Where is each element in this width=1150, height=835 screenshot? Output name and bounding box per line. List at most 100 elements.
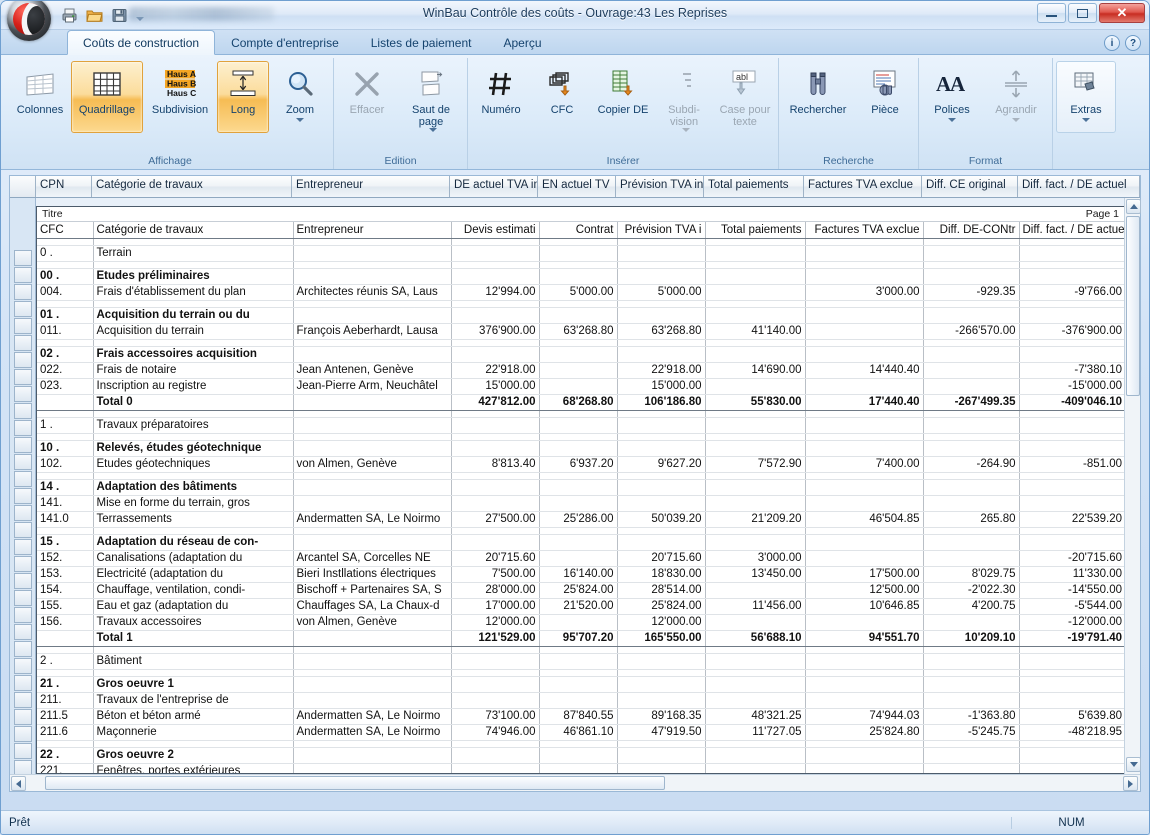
table-cell[interactable]: -20'715.60 <box>1019 550 1125 567</box>
row-selector[interactable] <box>14 386 32 402</box>
table-cell[interactable] <box>539 245 618 262</box>
table-cell[interactable] <box>1019 245 1125 262</box>
table-cell[interactable]: 22'918.00 <box>451 362 540 379</box>
table-cell[interactable] <box>1019 268 1125 285</box>
table-cell[interactable] <box>923 550 1020 567</box>
table-cell[interactable] <box>451 417 540 434</box>
table-cell[interactable]: -409'046.10 <box>1019 394 1125 411</box>
row-selector[interactable] <box>14 454 32 470</box>
table-cell[interactable]: Fenêtres, portes extérieures <box>93 763 294 773</box>
table-cell[interactable]: Béton et béton armé <box>93 708 294 725</box>
table-cell[interactable]: 9'627.20 <box>617 456 706 473</box>
table-cell[interactable]: 87'840.55 <box>539 708 618 725</box>
table-cell[interactable]: Frais accessoires acquisition <box>93 346 294 363</box>
table-cell[interactable]: 55'830.00 <box>705 394 806 411</box>
table-cell[interactable]: -48'218.95 <box>1019 724 1125 741</box>
table-cell[interactable]: Canalisations (adaptation du <box>93 550 294 567</box>
table-cell[interactable]: -1'363.80 <box>923 708 1020 725</box>
colheader-diff-fact[interactable]: Diff. fact. / DE actuel <box>1018 176 1140 197</box>
table-cell[interactable] <box>451 268 540 285</box>
chevron-down-icon[interactable] <box>428 128 437 132</box>
table-cell[interactable]: -9'766.00 <box>1019 284 1125 301</box>
table-cell[interactable]: 154. <box>37 582 94 599</box>
table-cell[interactable] <box>617 268 706 285</box>
table-cell[interactable]: 48'321.25 <box>705 708 806 725</box>
table-cell[interactable] <box>1019 417 1125 434</box>
chevron-down-icon[interactable] <box>681 128 690 132</box>
table-cell[interactable] <box>539 378 618 395</box>
print-icon[interactable] <box>58 4 80 26</box>
table-cell[interactable] <box>705 346 806 363</box>
table-cell[interactable] <box>293 747 452 764</box>
row-selector[interactable] <box>14 709 32 725</box>
table-cell[interactable]: Travaux de l'entreprise de <box>93 692 294 709</box>
table-cell[interactable] <box>293 268 452 285</box>
table-cell[interactable]: 11'330.00 <box>1019 566 1125 583</box>
table-cell[interactable] <box>923 676 1020 693</box>
table-cell[interactable]: Frais d'établissement du plan <box>93 284 294 301</box>
table-cell[interactable]: Andermatten SA, Le Noirmo <box>293 724 452 741</box>
table-cell[interactable]: 14'690.00 <box>705 362 806 379</box>
table-cell[interactable] <box>293 495 452 512</box>
table-cell[interactable] <box>923 268 1020 285</box>
table-row[interactable]: 155. Eau et gaz (adaptation du Chauffages … <box>37 598 1125 615</box>
table-row[interactable]: 102. Etudes géotechniques von Almen, Genèv… <box>37 456 1125 473</box>
table-cell[interactable] <box>539 534 618 551</box>
table-cell[interactable]: 20'715.60 <box>617 550 706 567</box>
table-cell[interactable]: 15'000.00 <box>617 378 706 395</box>
table-cell[interactable]: -376'900.00 <box>1019 323 1125 340</box>
vertical-scroll-thumb[interactable] <box>1126 216 1140 396</box>
table-cell[interactable]: Inscription au registre <box>93 378 294 395</box>
table-cell[interactable]: Andermatten SA, Le Noirmo <box>293 708 452 725</box>
table-cell[interactable]: 5'000.00 <box>617 284 706 301</box>
table-cell[interactable]: 022. <box>37 362 94 379</box>
saut-de-page-button[interactable]: Saut de page <box>398 61 464 135</box>
agrandir-button[interactable]: Agrandir <box>983 61 1049 133</box>
table-cell[interactable] <box>805 692 924 709</box>
table-cell[interactable] <box>705 534 806 551</box>
table-cell[interactable] <box>451 763 540 773</box>
table-cell[interactable]: 156. <box>37 614 94 631</box>
table-cell[interactable]: 22'918.00 <box>617 362 706 379</box>
table-cell[interactable] <box>539 614 618 631</box>
table-cell[interactable] <box>923 747 1020 764</box>
effacer-button[interactable]: Effacer <box>337 61 397 133</box>
resize-grip[interactable] <box>1131 811 1149 834</box>
table-cell[interactable] <box>37 394 94 411</box>
table-cell[interactable]: 50'039.20 <box>617 511 706 528</box>
table-cell[interactable]: -5'245.75 <box>923 724 1020 741</box>
table-cell[interactable]: 89'168.35 <box>617 708 706 725</box>
table-cell[interactable]: Gros oeuvre 1 <box>93 676 294 693</box>
table-cell[interactable]: 25'824.00 <box>617 598 706 615</box>
row-selector[interactable] <box>14 267 32 283</box>
row-selector[interactable] <box>14 284 32 300</box>
table-cell[interactable] <box>617 653 706 670</box>
table-cell[interactable] <box>539 692 618 709</box>
table-cell[interactable] <box>923 614 1020 631</box>
table-cell[interactable] <box>705 417 806 434</box>
table-cell[interactable]: 153. <box>37 566 94 583</box>
table-cell[interactable]: 011. <box>37 323 94 340</box>
table-cell[interactable]: 17'440.40 <box>805 394 924 411</box>
table-cell[interactable]: 11'727.05 <box>705 724 806 741</box>
table-cell[interactable]: 7'572.90 <box>705 456 806 473</box>
table-cell[interactable]: 73'100.00 <box>451 708 540 725</box>
table-cell[interactable]: -12'000.00 <box>1019 614 1125 631</box>
table-row[interactable]: 022. Frais de notaire Jean Antenen, Genève… <box>37 362 1125 379</box>
table-cell[interactable]: Etudes géotechniques <box>93 456 294 473</box>
table-cell[interactable]: -264.90 <box>923 456 1020 473</box>
table-cell[interactable] <box>1019 653 1125 670</box>
table-row[interactable]: 211.6 Maçonnerie Andermatten SA, Le Noirmo… <box>37 724 1125 741</box>
table-cell[interactable]: 21 . <box>37 676 94 693</box>
table-cell[interactable]: 00 . <box>37 268 94 285</box>
row-selector[interactable] <box>14 641 32 657</box>
table-cell[interactable] <box>293 692 452 709</box>
tab-compte-d-entreprise[interactable]: Compte d'entreprise <box>215 30 355 54</box>
table-cell[interactable]: 20'715.60 <box>451 550 540 567</box>
table-row[interactable]: 152. Canalisations (adaptation du Arcantel… <box>37 550 1125 567</box>
help-icon[interactable]: ? <box>1125 35 1141 51</box>
table-cell[interactable] <box>705 582 806 599</box>
row-selector[interactable] <box>14 743 32 759</box>
copier-de-button[interactable]: Copier DE <box>593 61 653 133</box>
table-cell[interactable]: von Almen, Genève <box>293 456 452 473</box>
